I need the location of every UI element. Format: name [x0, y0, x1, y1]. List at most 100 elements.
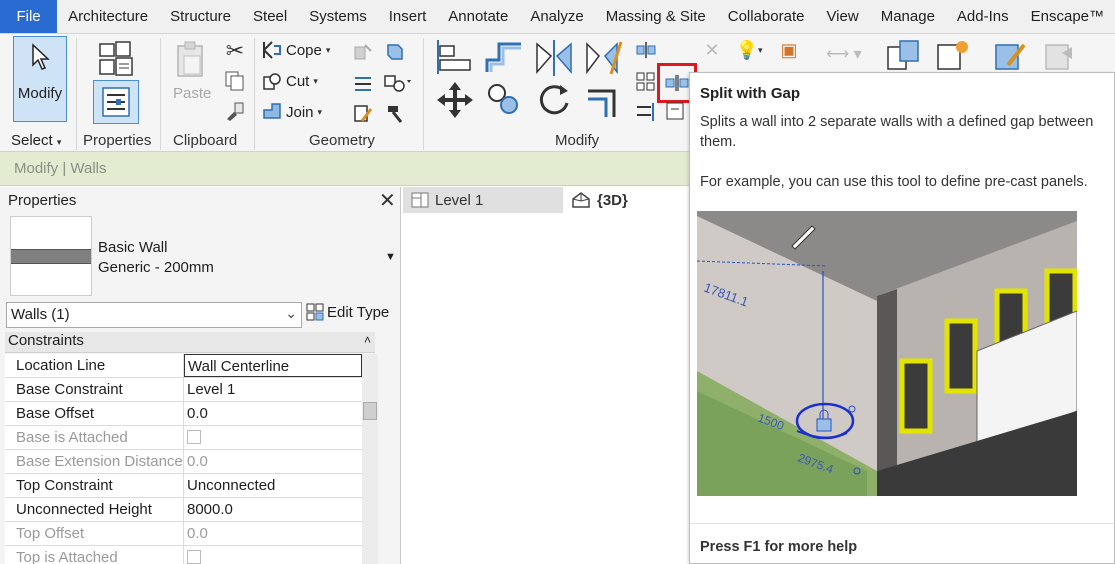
move-button[interactable]	[434, 78, 476, 122]
type-properties-icon	[99, 41, 133, 76]
modify-button[interactable]: Modify	[13, 36, 67, 122]
select-label: Select	[11, 132, 53, 149]
drawing-canvas[interactable]	[403, 213, 690, 564]
type-family-label: Basic Wall	[98, 239, 168, 256]
split-element-button[interactable]	[634, 38, 658, 62]
property-value[interactable]: Unconnected	[184, 474, 362, 497]
cut-clipboard-button[interactable]: ✂	[222, 38, 248, 64]
scale-button[interactable]	[634, 100, 658, 124]
delete-button[interactable]: ✕	[700, 38, 724, 62]
tab-architecture[interactable]: Architecture	[57, 0, 159, 33]
wall-joins-button[interactable]	[382, 40, 408, 64]
trim-extend-button[interactable]	[582, 80, 626, 122]
reset-profile-button[interactable]	[1040, 38, 1080, 74]
view-tabs: Level 1 {3D}	[403, 187, 690, 213]
mirror-pick-axis-button[interactable]	[532, 38, 576, 78]
cut-geometry-button[interactable]: Cut ▾	[262, 71, 318, 91]
align-icon	[437, 40, 471, 74]
hammer-button[interactable]	[382, 102, 408, 126]
context-bar: Modify | Walls	[0, 152, 690, 186]
edit-profile-button[interactable]	[990, 38, 1030, 74]
offset-button[interactable]	[482, 38, 526, 78]
table-row: Top Offset 0.0	[5, 522, 362, 546]
cubes-icon: ▣	[780, 39, 798, 60]
paint-icon	[354, 44, 372, 60]
match-properties-button[interactable]	[222, 98, 248, 124]
properties-icon	[102, 87, 130, 117]
tooltip-illustration: 17811.1 1500 2975.4	[697, 211, 1077, 496]
table-row[interactable]: Base Constraint Level 1	[5, 378, 362, 402]
pin-button[interactable]	[634, 70, 658, 94]
type-properties-button[interactable]	[94, 38, 138, 78]
file-menu[interactable]: File	[0, 0, 58, 33]
tab-structure[interactable]: Structure	[159, 0, 242, 33]
constraints-group-header[interactable]: Constraints ˄	[5, 332, 375, 353]
property-value[interactable]: 8000.0	[184, 498, 362, 521]
tooltip-help-hint: Press F1 for more help	[700, 539, 858, 555]
select-dropdown[interactable]: Select ▾	[11, 132, 61, 149]
table-row: Base Extension Distance 0.0	[5, 450, 362, 474]
instance-filter-select[interactable]: Walls (1) ⌄	[6, 302, 302, 328]
tab-3d[interactable]: {3D}	[563, 187, 690, 213]
mirror-draw-axis-button[interactable]	[582, 38, 626, 78]
divider	[160, 38, 161, 150]
tab-annotate[interactable]: Annotate	[437, 0, 519, 33]
copy-button[interactable]	[222, 68, 248, 94]
chevron-down-icon: ▾	[757, 44, 763, 55]
table-row[interactable]: Unconnected Height 8000.0	[5, 498, 362, 522]
divider	[76, 38, 77, 150]
tab-systems[interactable]: Systems	[298, 0, 378, 33]
table-row[interactable]: Base Offset 0.0	[5, 402, 362, 426]
tab-add-ins[interactable]: Add-Ins	[946, 0, 1020, 33]
property-value-input[interactable]: Wall Centerline	[184, 354, 362, 377]
tooltip-description: Splits a wall into 2 separate walls with…	[700, 114, 1094, 150]
properties-title: Properties	[8, 192, 77, 209]
view-controls-button[interactable]: 💡 ▾	[732, 38, 766, 62]
tab-collaborate[interactable]: Collaborate	[717, 0, 816, 33]
scroll-thumb[interactable]	[363, 402, 377, 420]
render-button[interactable]: ▣	[776, 38, 802, 62]
table-row[interactable]: Location Line Wall Centerline	[5, 354, 362, 378]
type-selector-dropdown-icon[interactable]: ▼	[385, 251, 396, 263]
paint-button[interactable]	[350, 40, 376, 64]
create-group-button[interactable]	[884, 38, 924, 74]
tab-steel[interactable]: Steel	[242, 0, 298, 33]
cope-button[interactable]: Cope ▾	[262, 40, 330, 60]
tab-enscape[interactable]: Enscape™	[1020, 0, 1115, 33]
create-parts-button[interactable]	[932, 38, 972, 74]
align-button[interactable]	[433, 38, 477, 78]
scissors-icon: ✂	[225, 38, 245, 63]
tab-manage[interactable]: Manage	[870, 0, 946, 33]
properties-toggle-button[interactable]	[93, 80, 139, 124]
wall-stripe	[11, 249, 91, 264]
tab-massing-site[interactable]: Massing & Site	[595, 0, 717, 33]
table-row[interactable]: Top Constraint Unconnected	[5, 474, 362, 498]
tab-view[interactable]: View	[815, 0, 869, 33]
edit-type-icon	[306, 303, 324, 321]
edit-type-button[interactable]: Edit Type	[306, 303, 389, 321]
tab-level-1[interactable]: Level 1	[403, 187, 563, 213]
rotate-button[interactable]	[532, 80, 576, 122]
paste-button[interactable]	[170, 38, 210, 82]
remove-paint-button[interactable]	[350, 102, 376, 126]
close-icon[interactable]: ✕	[379, 188, 396, 213]
scrollbar[interactable]	[362, 354, 378, 564]
unpin-button[interactable]	[664, 100, 688, 124]
cursor-arrow-icon	[32, 43, 50, 70]
property-name: Base Constraint	[5, 378, 184, 401]
floor-plan-icon	[411, 192, 429, 208]
scale-icon	[637, 103, 654, 121]
split-face-button[interactable]	[350, 71, 376, 95]
tab-analyze[interactable]: Analyze	[519, 0, 594, 33]
edit-profile-icon	[995, 43, 1026, 70]
property-value[interactable]: 0.0	[184, 402, 362, 425]
demolish-button[interactable]	[382, 71, 414, 95]
join-button[interactable]: Join ▾	[262, 102, 322, 122]
copy-element-icon	[488, 84, 518, 114]
copy-element-button[interactable]	[484, 80, 524, 120]
filter-value: Walls (1)	[11, 306, 70, 323]
property-value[interactable]: Level 1	[184, 378, 362, 401]
table-row: Top is Attached	[5, 546, 362, 564]
measure-button[interactable]: ⟷ ▾	[814, 44, 874, 64]
tab-insert[interactable]: Insert	[378, 0, 438, 33]
